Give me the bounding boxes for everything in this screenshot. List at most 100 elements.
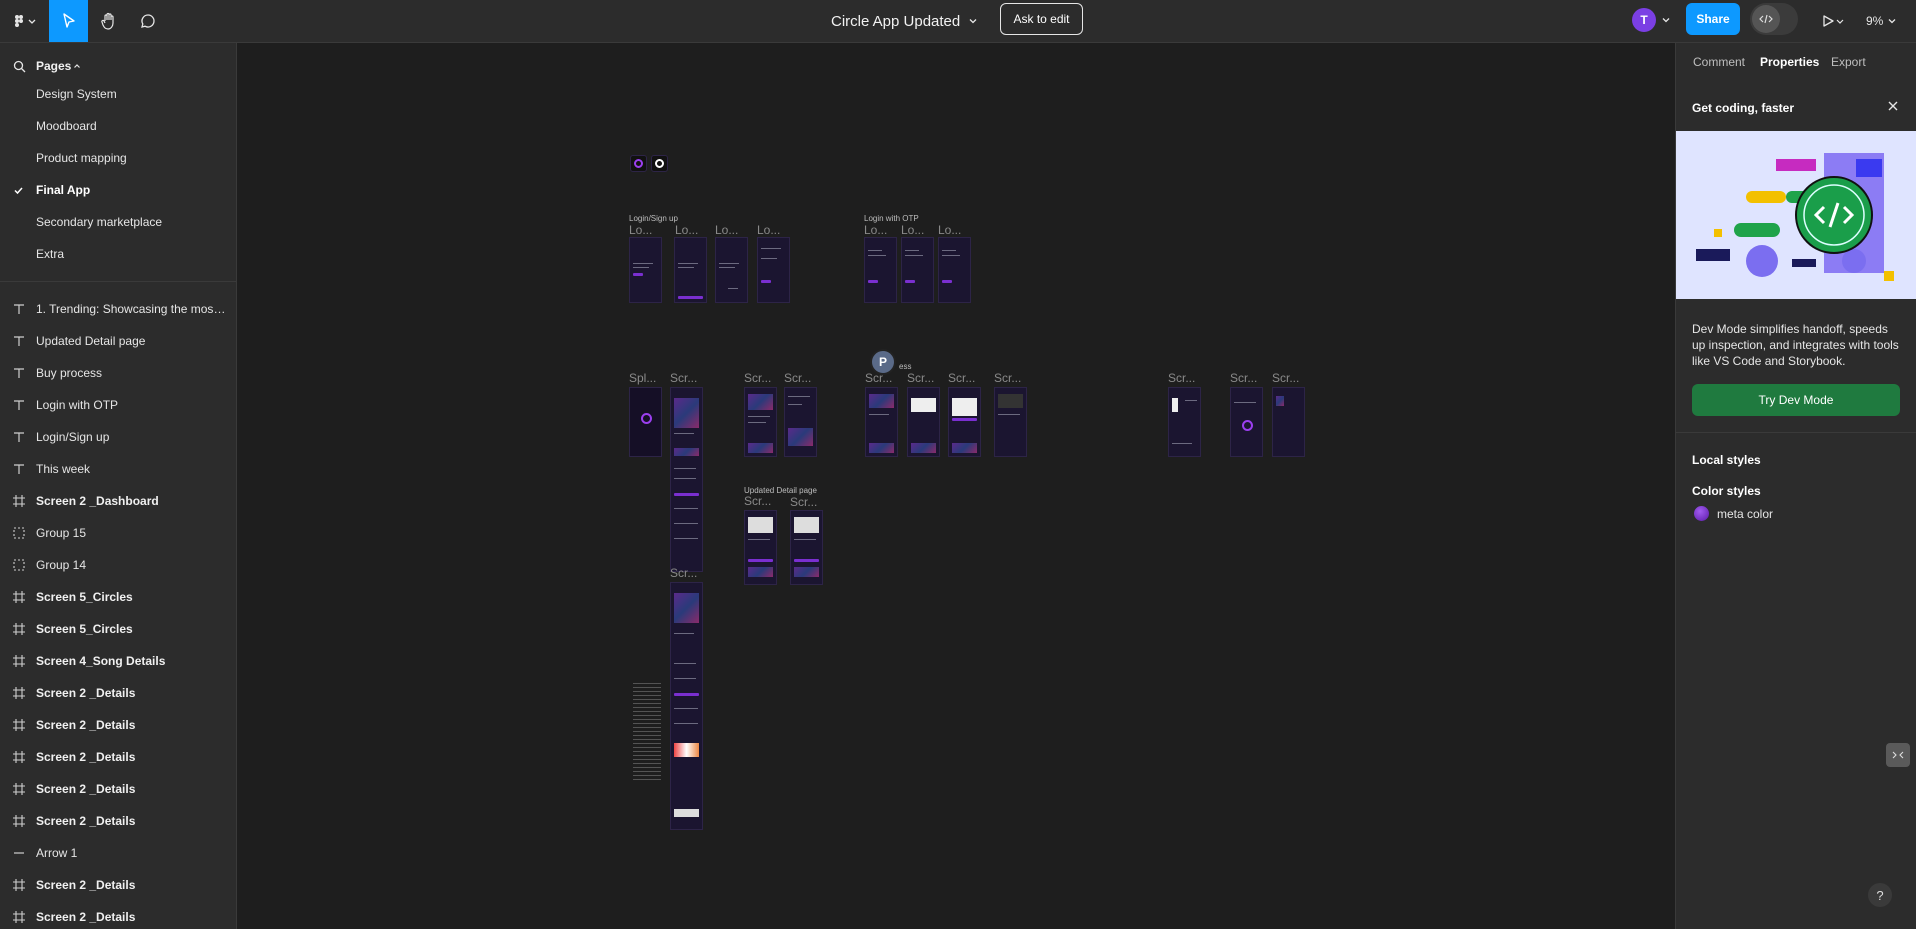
layer-row[interactable]: Updated Detail page — [0, 325, 236, 357]
frame-title[interactable]: Spl... — [629, 371, 656, 385]
layer-row[interactable]: Screen 5_Circles — [0, 613, 236, 645]
frame-title[interactable]: Lo... — [629, 223, 652, 237]
frame-title[interactable]: Scr... — [948, 371, 975, 385]
present-button[interactable] — [1813, 0, 1853, 42]
page-item-secondary-marketplace[interactable]: Secondary marketplace — [0, 206, 236, 238]
frame-title[interactable]: Lo... — [675, 223, 698, 237]
frame-title[interactable]: Scr... — [670, 371, 697, 385]
trending-screen[interactable] — [670, 582, 703, 830]
updated-detail-screen[interactable] — [790, 510, 823, 585]
pages-header[interactable]: Pages — [0, 51, 236, 81]
section-label-buy[interactable]: ess — [899, 362, 911, 371]
move-tool-button[interactable] — [49, 0, 88, 42]
minimize-panel-button[interactable] — [1886, 743, 1910, 767]
layer-row[interactable]: Screen 2 _Details — [0, 709, 236, 741]
layer-row[interactable]: Login/Sign up — [0, 421, 236, 453]
frame-title[interactable]: Lo... — [901, 223, 924, 237]
layer-row[interactable]: Screen 2 _Details — [0, 677, 236, 709]
layer-row[interactable]: Group 15 — [0, 517, 236, 549]
page-item-product-mapping[interactable]: Product mapping — [0, 142, 236, 174]
layer-row[interactable]: Screen 2 _Details — [0, 773, 236, 805]
buy-screen[interactable] — [948, 387, 981, 457]
user-avatar[interactable]: T — [1632, 8, 1656, 32]
chevron-down-icon[interactable] — [1661, 15, 1671, 25]
frame-title[interactable]: Lo... — [938, 223, 961, 237]
layer-label: Screen 5_Circles — [36, 622, 133, 636]
layer-row[interactable]: Login with OTP — [0, 389, 236, 421]
zoom-control[interactable]: 9% — [1866, 0, 1897, 42]
frame-title[interactable]: Lo... — [715, 223, 738, 237]
search-icon[interactable] — [13, 60, 26, 73]
login-screen[interactable] — [715, 237, 748, 303]
color-swatch[interactable] — [1694, 506, 1709, 521]
otp-screen[interactable] — [901, 237, 934, 303]
tab-comment[interactable]: Comment — [1693, 55, 1745, 69]
otp-screen[interactable] — [938, 237, 971, 303]
frame-title[interactable]: Scr... — [1168, 371, 1195, 385]
layer-row[interactable]: Screen 2 _Details — [0, 741, 236, 773]
detail-screen[interactable] — [784, 387, 817, 457]
frame-title[interactable]: Scr... — [790, 495, 817, 509]
tab-properties[interactable]: Properties — [1760, 55, 1819, 69]
frame-title[interactable]: Scr... — [670, 566, 697, 580]
file-title-button[interactable]: Circle App Updated — [831, 0, 978, 42]
comment-tool-button[interactable] — [130, 0, 166, 42]
ask-to-edit-button[interactable]: Ask to edit — [1000, 3, 1083, 35]
frame-title[interactable]: Scr... — [744, 494, 771, 508]
frame-title[interactable]: Lo... — [757, 223, 780, 237]
section-label-otp[interactable]: Login with OTP — [864, 214, 919, 223]
help-button[interactable]: ? — [1868, 883, 1892, 907]
close-icon[interactable] — [1886, 99, 1900, 113]
main-menu-button[interactable] — [4, 0, 46, 42]
layer-row[interactable]: This week — [0, 453, 236, 485]
frame-title[interactable]: Scr... — [865, 371, 892, 385]
circles-screen[interactable] — [1230, 387, 1263, 457]
layer-row[interactable]: Buy process — [0, 357, 236, 389]
section-label-login[interactable]: Login/Sign up — [629, 214, 678, 223]
buy-screen[interactable] — [907, 387, 940, 457]
logo-frame-color[interactable] — [630, 155, 647, 172]
otp-screen[interactable] — [864, 237, 897, 303]
updated-detail-screen[interactable] — [744, 510, 777, 585]
layer-row[interactable]: Screen 2 _Details — [0, 901, 236, 929]
page-item-extra[interactable]: Extra — [0, 238, 236, 270]
page-item-design-system[interactable]: Design System — [0, 78, 236, 110]
dev-mode-toggle[interactable] — [1750, 3, 1798, 35]
login-screen[interactable] — [757, 237, 790, 303]
frame-title[interactable]: Scr... — [1230, 371, 1257, 385]
text-notes-block[interactable] — [633, 683, 661, 783]
splash-screen[interactable] — [629, 387, 662, 457]
layer-row[interactable]: Screen 4_Song Details — [0, 645, 236, 677]
login-screen[interactable] — [674, 237, 707, 303]
layer-row[interactable]: 1. Trending: Showcasing the most … — [0, 293, 236, 325]
frame-title[interactable]: Scr... — [744, 371, 771, 385]
page-item-final-app[interactable]: Final App — [0, 174, 236, 206]
circles-screen[interactable] — [1272, 387, 1305, 457]
buy-screen[interactable] — [865, 387, 898, 457]
buy-screen[interactable] — [994, 387, 1027, 457]
color-style-name[interactable]: meta color — [1717, 507, 1773, 521]
frame-title[interactable]: Scr... — [994, 371, 1021, 385]
dashboard-screen[interactable] — [670, 387, 703, 572]
try-dev-mode-button[interactable]: Try Dev Mode — [1692, 384, 1900, 416]
page-item-moodboard[interactable]: Moodboard — [0, 110, 236, 142]
circles-screen[interactable] — [1168, 387, 1201, 457]
frame-title[interactable]: Scr... — [784, 371, 811, 385]
hand-tool-button[interactable] — [90, 0, 128, 42]
layer-row[interactable]: Group 14 — [0, 549, 236, 581]
chevron-up-icon[interactable] — [73, 62, 81, 70]
logo-frame-white[interactable] — [651, 155, 668, 172]
share-button[interactable]: Share — [1686, 3, 1740, 35]
layer-row[interactable]: Screen 2 _Dashboard — [0, 485, 236, 517]
login-screen[interactable] — [629, 237, 662, 303]
tab-export[interactable]: Export — [1831, 55, 1866, 69]
design-canvas[interactable]: Login/Sign up Lo... Lo... Lo... Lo... Lo… — [237, 43, 1675, 929]
layer-row[interactable]: Screen 2 _Details — [0, 869, 236, 901]
frame-title[interactable]: Lo... — [864, 223, 887, 237]
frame-title[interactable]: Scr... — [1272, 371, 1299, 385]
layer-row[interactable]: Screen 2 _Details — [0, 805, 236, 837]
detail-screen[interactable] — [744, 387, 777, 457]
layer-row[interactable]: Arrow 1 — [0, 837, 236, 869]
layer-row[interactable]: Screen 5_Circles — [0, 581, 236, 613]
frame-title[interactable]: Scr... — [907, 371, 934, 385]
